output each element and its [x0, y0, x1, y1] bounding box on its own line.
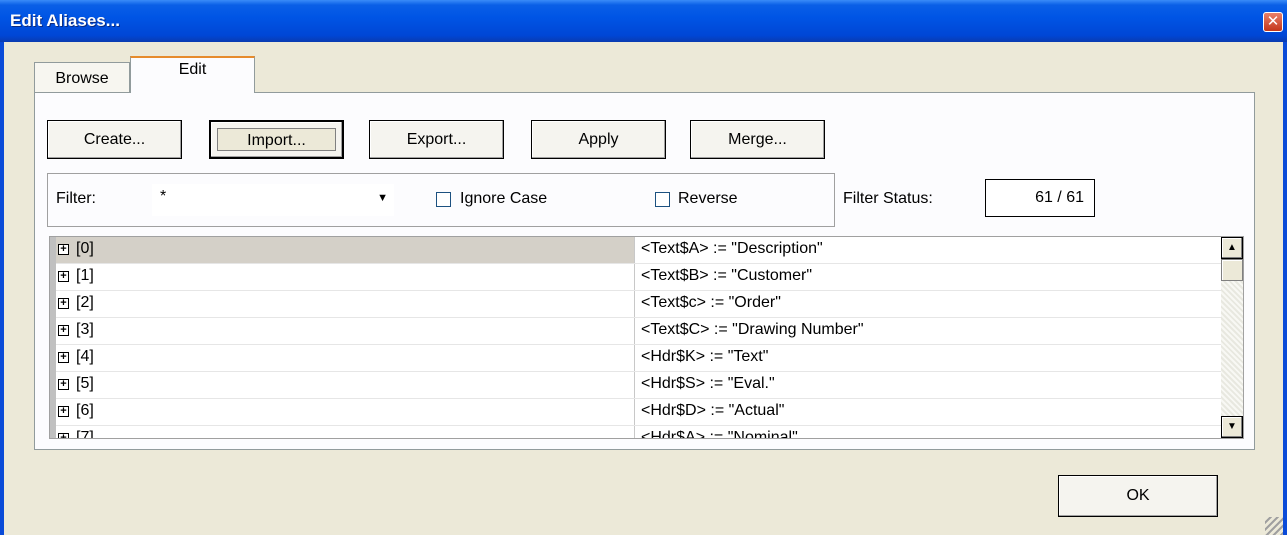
row-index-cell[interactable]: + [3] [50, 318, 635, 345]
row-index-cell[interactable]: + [4] [50, 345, 635, 372]
arrow-down-icon: ▼ [1227, 421, 1237, 432]
tab-edit-label: Edit [178, 61, 207, 78]
table-row[interactable]: + [2] <Text$c> := "Order" [50, 291, 1222, 318]
row-value[interactable]: <Hdr$S> := "Eval." [641, 375, 775, 393]
create-button[interactable]: Create... [47, 120, 182, 159]
export-button[interactable]: Export... [369, 120, 504, 159]
row-gutter [50, 318, 56, 345]
row-index: [7] [76, 429, 94, 439]
row-value[interactable]: <Hdr$A> := "Nominal" [641, 429, 798, 438]
row-value[interactable]: <Text$c> := "Order" [641, 294, 781, 312]
resize-grip-icon[interactable] [1265, 517, 1283, 535]
expand-plus-icon[interactable]: + [58, 379, 69, 390]
row-index: [1] [76, 267, 94, 284]
tab-browse-label: Browse [55, 70, 109, 87]
filter-combo[interactable]: * ▼ [152, 184, 394, 216]
scroll-thumb[interactable] [1221, 259, 1243, 281]
table-row[interactable]: + [6] <Hdr$D> := "Actual" [50, 399, 1222, 426]
expand-plus-icon[interactable]: + [58, 406, 69, 417]
row-index: [3] [76, 321, 94, 338]
row-index-cell[interactable]: + [0] [50, 237, 635, 264]
row-gutter [50, 264, 56, 291]
row-value[interactable]: <Hdr$D> := "Actual" [641, 402, 784, 420]
expand-plus-icon[interactable]: + [58, 352, 69, 363]
export-button-label: Export... [406, 131, 467, 148]
apply-button[interactable]: Apply [531, 120, 666, 159]
window-title: Edit Aliases... [10, 11, 120, 30]
apply-button-label: Apply [578, 131, 619, 148]
filter-group: Filter: * ▼ Ignore Case Reverse [47, 173, 835, 227]
table-row[interactable]: + [5] <Hdr$S> := "Eval." [50, 372, 1222, 399]
row-index-cell[interactable]: + [5] [50, 372, 635, 399]
close-button[interactable]: ✕ [1263, 12, 1283, 32]
row-index-cell[interactable]: + [1] [50, 264, 635, 291]
expand-plus-icon[interactable]: + [58, 298, 69, 309]
row-value[interactable]: <Text$C> := "Drawing Number" [641, 321, 864, 339]
expand-plus-icon[interactable]: + [58, 325, 69, 336]
create-button-label: Create... [83, 131, 146, 148]
vertical-scrollbar[interactable]: ▲ ▼ [1221, 237, 1243, 438]
reverse-checkbox[interactable] [655, 192, 670, 207]
alias-grid[interactable]: + [0] <Text$A> := "Description" + [1] <Text$B… [49, 236, 1244, 439]
expand-plus-icon[interactable]: + [58, 271, 69, 282]
ignore-case-label[interactable]: Ignore Case [460, 190, 547, 208]
table-row[interactable]: + [0] <Text$A> := "Description" [50, 237, 1222, 264]
row-gutter [50, 399, 56, 426]
row-value[interactable]: <Text$A> := "Description" [641, 240, 823, 258]
row-index-cell[interactable]: + [6] [50, 399, 635, 426]
filter-label: Filter: [56, 190, 96, 207]
title-bar[interactable]: Edit Aliases... ✕ [0, 0, 1287, 42]
table-row[interactable]: + [4] <Hdr$K> := "Text" [50, 345, 1222, 372]
row-index: [4] [76, 348, 94, 365]
row-index: [0] [76, 240, 94, 257]
tab-browse[interactable]: Browse [34, 62, 130, 92]
import-button[interactable]: Import... [209, 120, 344, 159]
row-gutter [50, 291, 56, 318]
table-row[interactable]: + [1] <Text$B> := "Customer" [50, 264, 1222, 291]
scroll-down-button[interactable]: ▼ [1221, 416, 1243, 438]
table-row[interactable]: + [7] <Hdr$A> := "Nominal" [50, 426, 1222, 439]
row-gutter [50, 237, 56, 264]
expand-plus-icon[interactable]: + [58, 244, 69, 255]
table-row[interactable]: + [3] <Text$C> := "Drawing Number" [50, 318, 1222, 345]
chevron-down-icon[interactable]: ▼ [377, 192, 388, 204]
merge-button[interactable]: Merge... [690, 120, 825, 159]
filter-value: * [160, 188, 167, 205]
row-index: [2] [76, 294, 94, 311]
scroll-up-button[interactable]: ▲ [1221, 237, 1243, 259]
filter-status-label: Filter Status: [843, 190, 933, 207]
expand-plus-icon[interactable]: + [58, 433, 69, 438]
row-value[interactable]: <Hdr$K> := "Text" [641, 348, 768, 366]
row-gutter [50, 345, 56, 372]
row-index: [5] [76, 375, 94, 392]
filter-status-value: 61 / 61 [985, 179, 1095, 217]
arrow-up-icon: ▲ [1227, 242, 1237, 253]
edit-aliases-dialog: Edit Aliases... ✕ Browse Edit Create... … [0, 0, 1287, 535]
row-index: [6] [76, 402, 94, 419]
row-index-cell[interactable]: + [2] [50, 291, 635, 318]
ok-button[interactable]: OK [1058, 475, 1218, 517]
ignore-case-checkbox[interactable] [436, 192, 451, 207]
ok-button-label: OK [1126, 487, 1150, 504]
row-gutter [50, 372, 56, 399]
row-gutter [50, 426, 56, 438]
tab-edit[interactable]: Edit [130, 56, 255, 93]
reverse-label[interactable]: Reverse [678, 190, 738, 208]
row-value[interactable]: <Text$B> := "Customer" [641, 267, 812, 285]
merge-button-label: Merge... [728, 131, 787, 148]
edit-tab-panel: Create... Import... Export... Apply Merg… [34, 92, 1255, 450]
close-icon: ✕ [1266, 13, 1280, 30]
row-index-cell[interactable]: + [7] [50, 426, 635, 439]
import-button-label: Import... [247, 132, 306, 149]
